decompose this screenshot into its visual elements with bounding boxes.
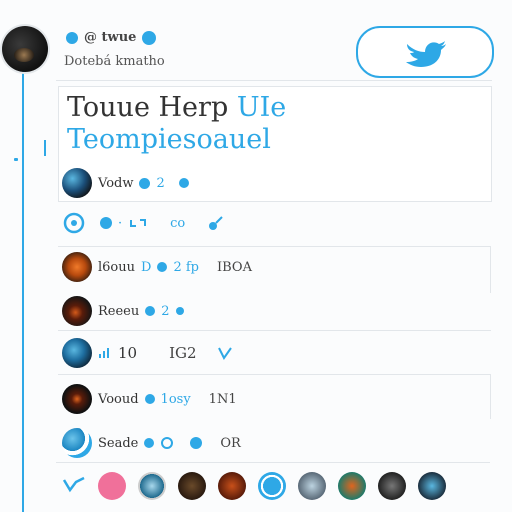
- avatar[interactable]: [378, 472, 406, 500]
- list-item-meta: 2: [161, 303, 170, 319]
- panel-accent-bar: [44, 140, 46, 156]
- avatar[interactable]: [298, 472, 326, 500]
- dot-icon: [100, 217, 112, 229]
- profile-handle[interactable]: @ twue: [84, 30, 136, 45]
- follow-button[interactable]: [356, 26, 494, 78]
- avatar[interactable]: [62, 338, 92, 368]
- timeline-tick: [14, 158, 18, 161]
- row-divider: [58, 330, 491, 331]
- timeline-line: [22, 70, 24, 512]
- action-count-2: co: [170, 215, 186, 231]
- profile-subline: Dotebá kmatho: [64, 54, 165, 69]
- headline-blue-text: UIe: [236, 92, 287, 123]
- list-item[interactable]: Vodw 2: [62, 168, 189, 198]
- avatar[interactable]: [258, 472, 286, 500]
- action-row: · co: [62, 212, 225, 234]
- share-icon[interactable]: [207, 214, 225, 232]
- avatar[interactable]: [62, 168, 92, 198]
- twitter-bird-icon[interactable]: [62, 476, 86, 496]
- list-item[interactable]: l6ouu D 2 fp IBOA: [62, 252, 252, 282]
- bottom-avatar-bar: [62, 472, 446, 500]
- list-item[interactable]: Seade OR: [62, 428, 241, 458]
- list-item[interactable]: Reeeu 2: [62, 296, 184, 326]
- avatar[interactable]: [62, 428, 92, 458]
- list-item[interactable]: 10 IG2: [62, 338, 233, 368]
- verified-dot-icon: [66, 31, 78, 44]
- dot-icon: [175, 307, 184, 315]
- dot-icon: [178, 178, 189, 188]
- list-item-name: l6ouu: [98, 259, 136, 275]
- twitter-bird-icon: [406, 41, 446, 67]
- avatar[interactable]: [138, 472, 166, 500]
- list-item-meta: IG2: [169, 344, 197, 362]
- reply-icon[interactable]: [62, 212, 86, 234]
- profile-handle-row: @ twue: [66, 30, 157, 45]
- list-item-extra: OR: [220, 435, 241, 451]
- retweet-icon[interactable]: [128, 214, 148, 232]
- list-item-name: 10: [118, 344, 138, 362]
- dot-icon: [157, 262, 168, 272]
- list-item-meta: 1osy: [160, 391, 191, 407]
- dot-icon: [145, 306, 156, 316]
- list-item-name: Vooud: [98, 391, 139, 407]
- avatar[interactable]: [418, 472, 446, 500]
- headline-line-2: Teompiesoauel: [67, 124, 271, 155]
- dot-icon: [144, 394, 155, 404]
- list-item-meta-2: 2 fp: [173, 259, 199, 275]
- list-item-name: Seade: [98, 435, 139, 451]
- avatar[interactable]: [62, 384, 92, 414]
- retweet-icon[interactable]: [217, 346, 233, 360]
- avatar[interactable]: [178, 472, 206, 500]
- avatar[interactable]: [218, 472, 246, 500]
- list-item-meta: D: [141, 259, 152, 275]
- action-count: ·: [118, 215, 123, 231]
- headline-line-1: Touue Herp UIe: [67, 93, 286, 123]
- list-item[interactable]: Vooud 1osy 1N1: [62, 384, 237, 414]
- avatar[interactable]: [62, 252, 92, 282]
- list-item-meta: 2: [156, 175, 165, 191]
- profile-avatar[interactable]: [2, 26, 48, 72]
- dot-icon: [144, 438, 155, 448]
- list-item-name: Vodw: [98, 175, 134, 191]
- status-dot-icon: [142, 30, 157, 45]
- signal-icon: [98, 346, 112, 360]
- list-item-extra: IBOA: [217, 259, 252, 275]
- circle-icon: [160, 436, 174, 450]
- dot-icon: [139, 177, 151, 189]
- list-item-extra: 1N1: [208, 391, 237, 407]
- header-divider: [56, 80, 492, 81]
- dot-icon: [190, 437, 203, 449]
- heart-icon[interactable]: [98, 472, 126, 500]
- footer-divider: [56, 462, 490, 463]
- avatar[interactable]: [62, 296, 92, 326]
- avatar[interactable]: [338, 472, 366, 500]
- list-item-name: Reeeu: [98, 303, 140, 319]
- headline-dark-text: Touue Herp: [67, 92, 229, 123]
